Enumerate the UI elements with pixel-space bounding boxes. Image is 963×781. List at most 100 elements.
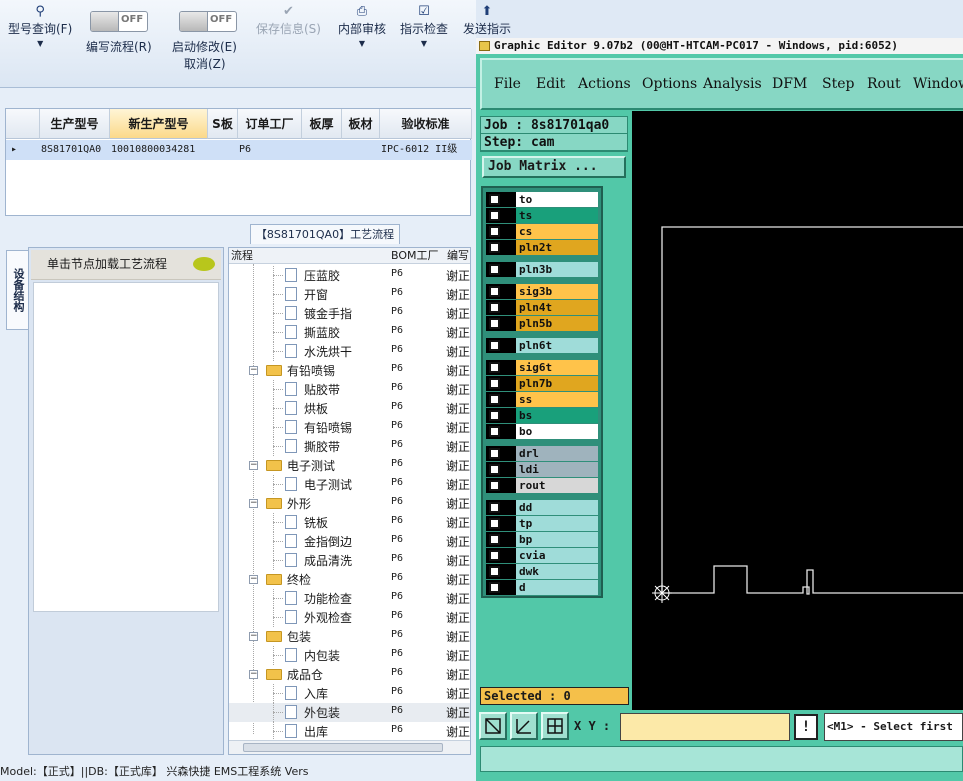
layer-row[interactable]: bo [486, 424, 598, 439]
tree-folder-node[interactable]: − 成品仓 P6 谢正B [229, 665, 470, 684]
grid-header[interactable]: 生产型号 [40, 109, 110, 139]
tree-column-header[interactable]: BOM工厂 [391, 248, 439, 264]
grid-header[interactable]: 新生产型号 [110, 109, 208, 139]
xy-coordinate-field[interactable] [620, 713, 790, 741]
layer-checkbox[interactable] [489, 226, 500, 237]
layer-row[interactable]: pln4t [486, 300, 598, 315]
collapse-toggle-icon[interactable]: − [249, 632, 258, 641]
layer-row[interactable]: pln3b [486, 262, 598, 277]
tree-folder-node[interactable]: − 有铅喷锡 P6 谢正B [229, 361, 470, 380]
tree-node[interactable]: 出库 P6 谢正B [229, 722, 470, 741]
alert-button[interactable]: ! [794, 714, 818, 740]
menu-actions[interactable]: Actions [578, 76, 631, 92]
menu-window[interactable]: Window [913, 76, 963, 92]
layer-row[interactable]: drl [486, 446, 598, 461]
command-line[interactable] [480, 746, 963, 772]
layer-row[interactable]: tp [486, 516, 598, 531]
job-matrix-button[interactable]: Job Matrix ... [482, 156, 626, 178]
layer-checkbox[interactable] [489, 550, 500, 561]
layer-checkbox[interactable] [489, 362, 500, 373]
layer-checkbox[interactable] [489, 410, 500, 421]
layer-checkbox[interactable] [489, 426, 500, 437]
layer-checkbox[interactable] [489, 502, 500, 513]
graphics-canvas[interactable] [632, 111, 963, 710]
edit-flow-toggle[interactable]: OFF [90, 11, 148, 32]
layer-row[interactable]: to [486, 192, 598, 207]
menu-edit[interactable]: Edit [536, 76, 565, 92]
snap-grid-button[interactable] [541, 712, 569, 740]
layer-row[interactable]: ldi [486, 462, 598, 477]
layer-checkbox[interactable] [489, 242, 500, 253]
tree-node[interactable]: 入库 P6 谢正B [229, 684, 470, 703]
menu-step[interactable]: Step [822, 76, 854, 92]
tree-folder-node[interactable]: − 外形 P6 谢正B [229, 494, 470, 513]
layer-checkbox[interactable] [489, 480, 500, 491]
model-query-button[interactable]: ⚲ 型号查询(F) ▼ [8, 4, 72, 51]
layer-checkbox[interactable] [489, 378, 500, 389]
menu-rout[interactable]: Rout [867, 76, 901, 92]
indicator-check-button[interactable]: ☑ 指示检查 ▼ [400, 4, 448, 51]
tree-node[interactable]: 烘板 P6 谢正B [229, 399, 470, 418]
tree-node[interactable]: 开窗 P6 谢正B [229, 285, 470, 304]
layer-row[interactable]: pln7b [486, 376, 598, 391]
tree-node[interactable]: 铣板 P6 谢正B [229, 513, 470, 532]
internal-review-button[interactable]: ⎙ 内部审核 ▼ [338, 4, 386, 51]
layer-checkbox[interactable] [489, 464, 500, 475]
layer-row[interactable]: sig3b [486, 284, 598, 299]
collapse-toggle-icon[interactable]: − [249, 670, 258, 679]
layer-row[interactable]: pln6t [486, 338, 598, 353]
menu-file[interactable]: File [494, 76, 521, 92]
layer-row[interactable]: pln5b [486, 316, 598, 331]
layer-checkbox[interactable] [489, 318, 500, 329]
layer-checkbox[interactable] [489, 582, 500, 593]
layer-checkbox[interactable] [489, 286, 500, 297]
tree-column-header[interactable]: 流程 [231, 248, 253, 264]
tree-node[interactable]: 撕胶带 P6 谢正B [229, 437, 470, 456]
grid-header[interactable]: 板材 [342, 109, 380, 139]
tree-node[interactable]: 电子测试 P6 谢正B [229, 475, 470, 494]
zoom-area-button[interactable] [479, 712, 507, 740]
tree-node[interactable]: 撕蓝胶 P6 谢正B [229, 323, 470, 342]
layer-row[interactable]: dd [486, 500, 598, 515]
grid-header[interactable]: S板 [208, 109, 238, 139]
layer-checkbox[interactable] [489, 340, 500, 351]
tree-folder-node[interactable]: − 终检 P6 谢正B [229, 570, 470, 589]
layer-checkbox[interactable] [489, 448, 500, 459]
tree-node[interactable]: 贴胶带 P6 谢正B [229, 380, 470, 399]
tree-node[interactable]: 成品清洗 P6 谢正B [229, 551, 470, 570]
layer-row[interactable]: rout [486, 478, 598, 493]
tree-node[interactable]: 压蓝胶 P6 谢正B [229, 266, 470, 285]
layer-row[interactable]: bs [486, 408, 598, 423]
layer-checkbox[interactable] [489, 394, 500, 405]
measure-button[interactable] [510, 712, 538, 740]
tree-column-header[interactable]: 编写 [447, 248, 469, 264]
layer-row[interactable]: bp [486, 532, 598, 547]
tree-node[interactable]: 外观检查 P6 谢正B [229, 608, 470, 627]
layer-row[interactable]: pln2t [486, 240, 598, 255]
layer-checkbox[interactable] [489, 264, 500, 275]
cancel-button[interactable]: 取消(Z) [184, 55, 226, 72]
tree-node[interactable]: 镀金手指 P6 谢正B [229, 304, 470, 323]
layer-row[interactable]: d [486, 580, 598, 595]
collapse-toggle-icon[interactable]: − [249, 575, 258, 584]
menu-options[interactable]: Options [642, 76, 697, 92]
collapse-toggle-icon[interactable]: − [249, 461, 258, 470]
layer-row[interactable]: ss [486, 392, 598, 407]
layer-checkbox[interactable] [489, 534, 500, 545]
flow-tab[interactable]: 【8S81701QA0】工艺流程 [250, 224, 400, 244]
layer-row[interactable]: ts [486, 208, 598, 223]
layer-checkbox[interactable] [489, 302, 500, 313]
grid-header[interactable]: 验收标准 [380, 109, 472, 139]
scrollbar-thumb[interactable] [243, 743, 443, 752]
tree-folder-node[interactable]: − 电子测试 P6 谢正B [229, 456, 470, 475]
collapse-toggle-icon[interactable]: − [249, 499, 258, 508]
menu-dfm[interactable]: DFM [772, 76, 807, 92]
layer-checkbox[interactable] [489, 210, 500, 221]
layer-checkbox[interactable] [489, 194, 500, 205]
start-modify-toggle[interactable]: OFF [179, 11, 237, 32]
layer-row[interactable]: sig6t [486, 360, 598, 375]
tree-folder-node[interactable]: − 包装 P6 谢正B [229, 627, 470, 646]
layer-row[interactable]: cvia [486, 548, 598, 563]
tree-node[interactable]: 金指倒边 P6 谢正B [229, 532, 470, 551]
tree-node[interactable]: 水洗烘干 P6 谢正B [229, 342, 470, 361]
